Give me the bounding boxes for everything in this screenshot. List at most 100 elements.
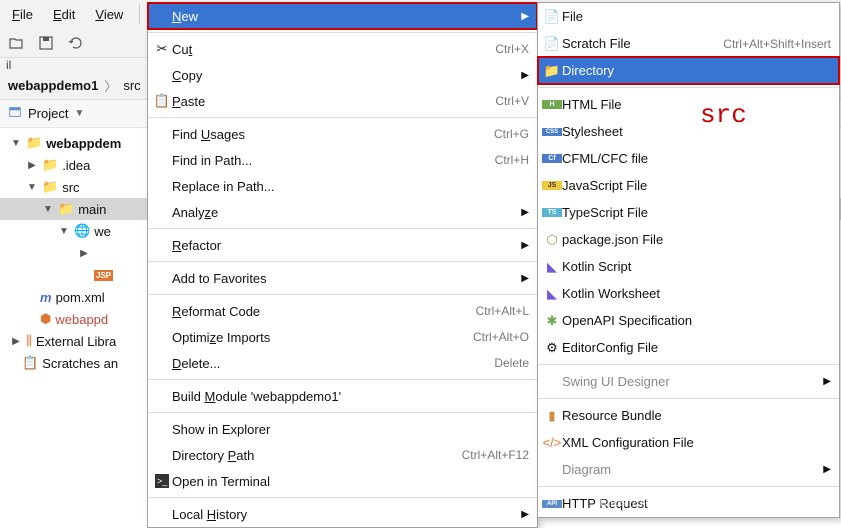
breadcrumb-project[interactable]: webappdemo1: [8, 78, 98, 93]
submenu-scratch-file[interactable]: 📄Scratch File Ctrl+Alt+Shift+Insert: [538, 30, 839, 57]
project-folder-icon: 📁: [26, 135, 42, 151]
submenu-kotlin-worksheet[interactable]: ◣Kotlin Worksheet: [538, 280, 839, 307]
submenu-arrow-icon: ▶: [521, 11, 529, 22]
scratch-file-icon: 📄: [542, 36, 562, 52]
submenu-editorconfig[interactable]: ⚙EditorConfig File: [538, 334, 839, 361]
folder-icon: 📁: [58, 201, 74, 217]
tree-label: .idea: [62, 158, 90, 173]
kotlin-ws-icon: ◣: [542, 286, 562, 302]
separator: [538, 486, 839, 487]
openapi-icon: ✱: [542, 313, 562, 329]
menu-analyze[interactable]: Analyze ▶: [148, 199, 537, 225]
css-icon: CSS: [542, 128, 562, 136]
directory-icon: 📁: [542, 63, 562, 79]
menu-cut[interactable]: ✂ Cut Ctrl+X: [148, 36, 537, 62]
breadcrumb-folder[interactable]: src: [123, 78, 140, 93]
menu-edit[interactable]: Edit: [45, 3, 83, 26]
tree-label: src: [62, 180, 79, 195]
tree-label: External Libra: [36, 334, 116, 349]
separator: [139, 4, 140, 24]
menu-refactor[interactable]: Refactor ▶: [148, 232, 537, 258]
submenu-cfml[interactable]: CfCFML/CFC file: [538, 145, 839, 172]
menu-copy[interactable]: Copy ▶: [148, 62, 537, 88]
terminal-icon: >_: [152, 474, 172, 488]
menu-local-history[interactable]: Local History ▶: [148, 501, 537, 527]
xml-icon: </>: [542, 435, 562, 450]
submenu-ts-file[interactable]: TSTypeScript File: [538, 199, 839, 226]
library-icon: ⫼: [26, 333, 32, 349]
shortcut: Delete: [494, 356, 529, 370]
menu-delete[interactable]: Delete... Delete: [148, 350, 537, 376]
menu-new[interactable]: New ▶: [148, 3, 537, 29]
project-icon: [8, 105, 22, 122]
separator: [148, 261, 537, 262]
annotation-text: src: [700, 100, 747, 130]
expand-arrow-icon[interactable]: ▶: [26, 160, 38, 171]
open-icon[interactable]: [8, 35, 24, 51]
submenu-diagram[interactable]: Diagram ▶: [538, 456, 839, 483]
expand-arrow-icon[interactable]: ▼: [26, 182, 38, 193]
menu-directory-path[interactable]: Directory Path Ctrl+Alt+F12: [148, 442, 537, 468]
html-icon: H: [542, 100, 562, 109]
js-icon: JS: [542, 181, 562, 190]
menu-optimize[interactable]: Optimize Imports Ctrl+Alt+O: [148, 324, 537, 350]
shortcut: Ctrl+G: [494, 127, 529, 141]
submenu-js-file[interactable]: JSJavaScript File: [538, 172, 839, 199]
shortcut: Ctrl+Alt+O: [473, 330, 529, 344]
menu-open-terminal[interactable]: >_ Open in Terminal: [148, 468, 537, 494]
shortcut: Ctrl+Alt+Shift+Insert: [723, 37, 831, 51]
submenu-swing-designer[interactable]: Swing UI Designer ▶: [538, 368, 839, 395]
jsp-icon: JSP: [94, 270, 113, 281]
expand-arrow-icon[interactable]: ▶: [78, 248, 90, 259]
expand-arrow-icon[interactable]: ▼: [42, 204, 54, 215]
tree-label: pom.xml: [56, 290, 105, 305]
cut-icon: ✂: [152, 41, 172, 57]
submenu-package-json[interactable]: ⬡package.json File: [538, 226, 839, 253]
shortcut: Ctrl+Alt+L: [476, 304, 529, 318]
separator: [148, 412, 537, 413]
expand-arrow-icon[interactable]: ▶: [10, 336, 22, 347]
submenu-kotlin-script[interactable]: ◣Kotlin Script: [538, 253, 839, 280]
menu-find-usages[interactable]: Find Usages Ctrl+G: [148, 121, 537, 147]
menu-replace-in-path[interactable]: Replace in Path...: [148, 173, 537, 199]
menu-find-in-path[interactable]: Find in Path... Ctrl+H: [148, 147, 537, 173]
scratch-icon: 📋: [22, 355, 38, 371]
separator: [148, 379, 537, 380]
separator: [538, 398, 839, 399]
menu-view[interactable]: View: [87, 3, 131, 26]
menu-reformat[interactable]: Reformat Code Ctrl+Alt+L: [148, 298, 537, 324]
dropdown-arrow-icon[interactable]: ▼: [74, 108, 84, 119]
submenu-openapi[interactable]: ✱OpenAPI Specification: [538, 307, 839, 334]
watermark: https://blog.csdn.net/qq_47364122: [600, 495, 784, 509]
expand-arrow-icon[interactable]: ▼: [10, 138, 22, 149]
expand-arrow-icon[interactable]: ▼: [58, 226, 70, 237]
submenu-file[interactable]: 📄File: [538, 3, 839, 30]
refresh-icon[interactable]: [68, 35, 84, 51]
project-panel-title: Project: [28, 106, 68, 121]
chevron-right-icon: 〉: [104, 76, 117, 95]
http-icon: API: [542, 500, 562, 508]
kotlin-icon: ◣: [542, 259, 562, 275]
submenu-html-file[interactable]: HHTML File: [538, 91, 839, 118]
submenu-xml-config[interactable]: </>XML Configuration File: [538, 429, 839, 456]
file-icon: 📄: [542, 9, 562, 25]
submenu-stylesheet[interactable]: CSSStylesheet: [538, 118, 839, 145]
menu-paste[interactable]: 📋 Paste Ctrl+V: [148, 88, 537, 114]
menu-build-module[interactable]: Build Module 'webappdemo1': [148, 383, 537, 409]
separator: [148, 228, 537, 229]
save-icon[interactable]: [38, 35, 54, 51]
tree-label: Scratches an: [42, 356, 118, 371]
shortcut: Ctrl+Alt+F12: [462, 448, 529, 462]
folder-icon: 📁: [42, 157, 58, 173]
submenu-arrow-icon: ▶: [521, 273, 529, 284]
ts-icon: TS: [542, 208, 562, 217]
npm-icon: ⬡: [542, 232, 562, 248]
menu-file[interactable]: File: [4, 3, 41, 26]
submenu-directory[interactable]: 📁Directory: [538, 57, 839, 84]
menu-add-favorites[interactable]: Add to Favorites ▶: [148, 265, 537, 291]
submenu-arrow-icon: ▶: [823, 376, 831, 387]
shortcut: Ctrl+V: [495, 94, 529, 108]
menu-show-explorer[interactable]: Show in Explorer: [148, 416, 537, 442]
submenu-resource-bundle[interactable]: ▮Resource Bundle: [538, 402, 839, 429]
shortcut: Ctrl+X: [495, 42, 529, 56]
